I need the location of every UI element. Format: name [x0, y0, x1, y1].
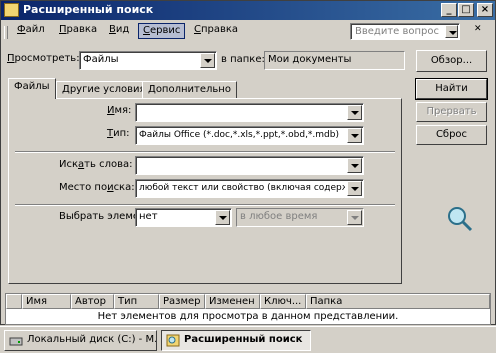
search-words-label: Искать слова:: [59, 159, 133, 170]
menu-tools[interactable]: Сервис: [138, 23, 186, 39]
empty-results-message: Нет элементов для просмотра в данном пре…: [97, 311, 399, 322]
menu-bar: Файл Правка Вид Сервис Справка Введите в…: [1, 21, 495, 41]
search-place-field[interactable]: любой текст или свойство (включая содерж: [135, 179, 364, 198]
search-place-dropdown[interactable]: [347, 181, 362, 196]
time-dropdown: [347, 210, 362, 225]
taskbar: Локальный диск (C:) - М... Расширенный п…: [0, 326, 496, 353]
menu-file[interactable]: Файл: [13, 23, 49, 39]
search-place-label: Место поиска:: [59, 182, 135, 193]
taskbar-item-label: Расширенный поиск: [184, 334, 303, 345]
help-question-placeholder: Введите вопрос: [355, 26, 439, 37]
view-select[interactable]: Файлы: [79, 51, 217, 70]
window-title: Расширенный поиск: [23, 3, 154, 16]
type-label: Тип:: [107, 128, 130, 139]
name-dropdown[interactable]: [347, 105, 362, 120]
search-app-icon: [166, 334, 180, 347]
name-field[interactable]: [135, 103, 364, 122]
folder-field: Мои документы: [264, 51, 405, 70]
search-words-dropdown[interactable]: [347, 158, 362, 173]
help-close-icon[interactable]: ✕: [474, 24, 482, 34]
app-icon: [4, 3, 19, 17]
menu-view[interactable]: Вид: [105, 23, 133, 39]
column-header-author[interactable]: Автор: [71, 294, 114, 309]
stop-button[interactable]: Прервать: [416, 102, 487, 122]
help-question-dropdown[interactable]: [445, 25, 458, 38]
browse-button[interactable]: Обзор...: [416, 50, 487, 72]
tab-files[interactable]: Файлы: [8, 78, 56, 99]
column-header-type[interactable]: Тип: [114, 294, 159, 309]
column-header-icon[interactable]: [6, 294, 22, 309]
name-label: Имя:: [107, 105, 132, 116]
find-button[interactable]: Найти: [415, 78, 488, 100]
select-elements-value: нет: [139, 211, 158, 222]
help-question-box[interactable]: Введите вопрос: [350, 23, 460, 40]
minimize-button[interactable]: _: [441, 3, 457, 17]
separator: [15, 151, 395, 153]
select-elements-field[interactable]: нет: [135, 208, 232, 227]
search-words-field[interactable]: [135, 156, 364, 175]
taskbar-item-local-disk[interactable]: Локальный диск (C:) - М...: [4, 330, 157, 351]
folder-value: Мои документы: [268, 54, 352, 65]
type-value: Файлы Office (*.doc,*.xls,*.ppt,*.obd,*.…: [139, 130, 339, 140]
view-select-dropdown[interactable]: [200, 53, 215, 68]
type-field[interactable]: Файлы Office (*.doc,*.xls,*.ppt,*.obd,*.…: [135, 126, 364, 145]
column-header-size[interactable]: Размер: [159, 294, 205, 309]
advanced-search-window: Расширенный поиск _ □ × Файл Правка Вид …: [0, 0, 496, 325]
drive-icon: [9, 337, 23, 346]
type-dropdown[interactable]: [347, 128, 362, 143]
results-list[interactable]: Имя Автор Тип Размер Изменен Ключ... Пап…: [5, 293, 491, 325]
tab-panel-files: Имя: Тип: Файлы Office (*.doc,*.xls,*.pp…: [8, 98, 402, 284]
title-bar[interactable]: Расширенный поиск _ □ ×: [1, 1, 495, 20]
menu-grip: [4, 26, 8, 39]
folder-label: в папке:: [221, 54, 265, 65]
column-header-name[interactable]: Имя: [22, 294, 71, 309]
search-place-value: любой текст или свойство (включая содерж: [139, 183, 345, 193]
separator: [15, 204, 395, 206]
view-label: Просмотреть:: [7, 53, 80, 64]
column-header-keywords[interactable]: Ключ...: [260, 294, 306, 309]
taskbar-item-label: Локальный диск (C:) - М...: [27, 334, 157, 345]
reset-button[interactable]: Сброс: [416, 125, 487, 145]
close-button[interactable]: ×: [477, 3, 493, 17]
maximize-button[interactable]: □: [458, 3, 474, 17]
column-header-modified[interactable]: Изменен: [205, 294, 260, 309]
search-magnifier-icon: [448, 207, 473, 232]
select-elements-dropdown[interactable]: [215, 210, 230, 225]
tab-advanced[interactable]: Дополнительно: [142, 81, 237, 99]
menu-edit[interactable]: Правка: [55, 23, 101, 39]
time-value: в любое время: [240, 211, 318, 222]
menu-help[interactable]: Справка: [190, 23, 242, 39]
time-field: в любое время: [236, 208, 364, 227]
column-header-folder[interactable]: Папка: [306, 294, 490, 309]
taskbar-item-advanced-search[interactable]: Расширенный поиск: [161, 330, 311, 351]
view-select-value: Файлы: [83, 54, 119, 65]
tab-other-conditions[interactable]: Другие условия: [56, 81, 152, 99]
